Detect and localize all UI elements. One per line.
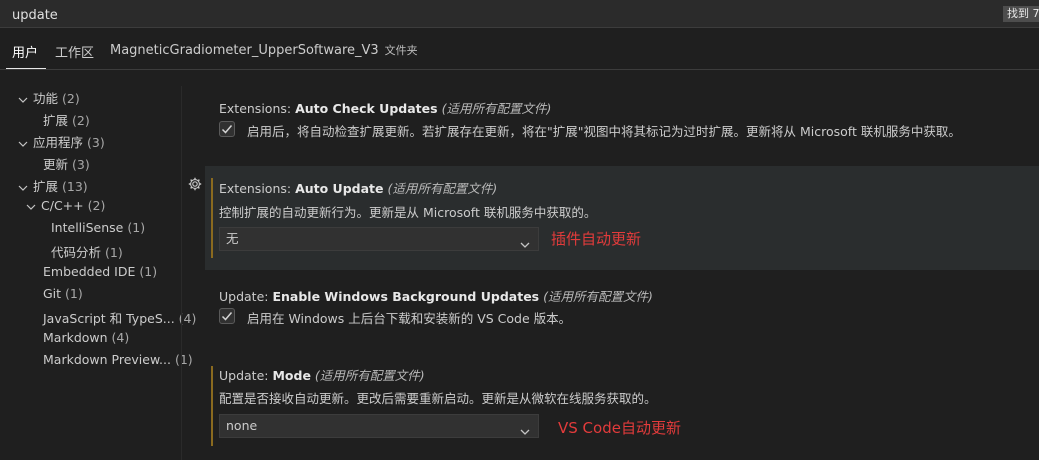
tab-folder[interactable]: MagneticGradiometer_UpperSoftware_V3 文件夹 xyxy=(110,42,418,58)
auto-update-select[interactable]: 无 xyxy=(219,227,539,251)
toc-label: Markdown xyxy=(43,330,108,345)
search-bar: 找到 7 xyxy=(0,0,1039,28)
toc-item-git[interactable]: Git (1) xyxy=(43,286,83,301)
setting-name: Mode xyxy=(272,368,311,383)
setting-title: Extensions: Auto Check Updates (适用所有配置文件) xyxy=(219,98,551,117)
toc-label: 扩展 xyxy=(33,179,59,194)
toc-count: (1) xyxy=(174,352,193,367)
toc-item-embedded-ide[interactable]: Embedded IDE (1) xyxy=(43,264,157,279)
toc-label: 更新 xyxy=(43,157,69,172)
setting-description: 启用后，将自动检查扩展更新。若扩展存在更新，将在"扩展"视图中将其标记为过时扩展… xyxy=(247,124,961,139)
chevron-down-icon xyxy=(18,139,28,149)
toc-item-markdown-preview[interactable]: Markdown Preview... (1) xyxy=(43,352,193,367)
toc-count: (2) xyxy=(87,198,106,213)
toc-label: JavaScript 和 TypeS... xyxy=(43,311,175,326)
chevron-down-icon xyxy=(520,422,530,444)
setting-name: Auto Check Updates xyxy=(295,101,438,116)
toc-count: (2) xyxy=(72,113,90,128)
tab-user[interactable]: 用户 xyxy=(12,42,38,61)
toc-count: (1) xyxy=(139,264,158,279)
tab-folder-label: MagneticGradiometer_UpperSoftware_V3 xyxy=(110,43,379,58)
checkmark-icon xyxy=(221,125,233,134)
toc-count: (3) xyxy=(87,135,105,150)
toc-label: 应用程序 xyxy=(33,135,84,150)
select-value: none xyxy=(226,418,258,433)
toc-item-intellisense[interactable]: IntelliSense (1) xyxy=(51,220,145,235)
tab-workspace[interactable]: 工作区 xyxy=(55,42,94,61)
modified-indicator xyxy=(211,366,213,446)
modified-indicator xyxy=(211,178,213,258)
toc-label: Markdown Preview... xyxy=(43,352,171,367)
settings-tabs: 用户 工作区 MagneticGradiometer_UpperSoftware… xyxy=(0,28,1039,70)
setting-name: Enable Windows Background Updates xyxy=(272,289,540,304)
setting-description: 配置是否接收自动更新。更改后需要重新启动。更新是从微软在线服务获取的。 xyxy=(219,391,657,406)
toc-count: (4) xyxy=(111,330,130,345)
tab-folder-suffix: 文件夹 xyxy=(384,44,418,57)
results-count-badge: 找到 7 xyxy=(1003,6,1039,22)
chevron-down-icon xyxy=(18,95,28,105)
select-value: 无 xyxy=(226,231,239,246)
toc-label: 功能 xyxy=(33,91,59,106)
update-mode-select[interactable]: none xyxy=(219,414,539,438)
toc-divider xyxy=(181,86,182,460)
annotation-vscode-auto-update: VS Code自动更新 xyxy=(558,419,681,437)
toc-item-cpp[interactable]: C/C++ (2) xyxy=(26,198,105,213)
setting-category: Update: xyxy=(219,368,273,383)
setting-scope: (适用所有配置文件) xyxy=(314,368,425,383)
toc-item-update[interactable]: 更新 (3) xyxy=(43,154,90,173)
setting-name: Auto Update xyxy=(295,181,384,196)
toc-count: (1) xyxy=(105,245,123,260)
setting-title: Extensions: Auto Update (适用所有配置文件) xyxy=(219,178,497,197)
toc-count: (3) xyxy=(72,157,90,172)
toc-label: C/C++ xyxy=(41,198,84,213)
toc-label: Git xyxy=(43,286,62,301)
toc-item-features-extensions[interactable]: 扩展 (2) xyxy=(43,110,90,129)
toc-count: (1) xyxy=(65,286,83,301)
setting-auto-update: Extensions: Auto Update (适用所有配置文件) 控制扩展的自… xyxy=(205,166,1039,270)
settings-search-input[interactable] xyxy=(10,4,994,26)
toc-item-application[interactable]: 应用程序 (3) xyxy=(18,132,105,151)
toc-item-features[interactable]: 功能 (2) xyxy=(18,88,80,107)
toc-item-extensions[interactable]: 扩展 (13) xyxy=(18,176,88,195)
toc-label: 代码分析 xyxy=(51,245,102,260)
windows-background-updates-checkbox[interactable] xyxy=(219,308,235,324)
setting-category: Update: xyxy=(219,289,273,304)
annotation-extension-auto-update: 插件自动更新 xyxy=(551,230,642,248)
toc-label: 扩展 xyxy=(43,113,69,128)
toc-label: Embedded IDE xyxy=(43,264,136,279)
toc-item-javascript-typescript[interactable]: JavaScript 和 TypeS... (4) xyxy=(43,308,196,327)
gear-icon[interactable] xyxy=(188,177,202,191)
toc-item-markdown[interactable]: Markdown (4) xyxy=(43,330,129,345)
toc-count: (13) xyxy=(62,179,88,194)
toc-item-code-analysis[interactable]: 代码分析 (1) xyxy=(51,242,123,261)
toc-count: (1) xyxy=(127,220,146,235)
auto-check-updates-checkbox[interactable] xyxy=(219,121,235,137)
setting-scope: (适用所有配置文件) xyxy=(387,181,498,196)
setting-scope: (适用所有配置文件) xyxy=(543,289,653,304)
chevron-down-icon xyxy=(18,183,28,193)
setting-description: 控制扩展的自动更新行为。更新是从 Microsoft 联机服务中获取的。 xyxy=(219,205,597,220)
chevron-down-icon xyxy=(26,202,36,212)
setting-title: Update: Mode (适用所有配置文件) xyxy=(219,365,425,384)
setting-category: Extensions: xyxy=(219,101,296,116)
setting-category: Extensions: xyxy=(219,181,296,196)
toc-count: (2) xyxy=(62,91,80,106)
setting-title: Update: Enable Windows Background Update… xyxy=(219,286,653,305)
setting-scope: (适用所有配置文件) xyxy=(441,101,552,116)
setting-description: 启用在 Windows 上后台下载和安装新的 VS Code 版本。 xyxy=(247,311,572,326)
chevron-down-icon xyxy=(520,235,530,257)
setting-enable-windows-background-updates: Update: Enable Windows Background Update… xyxy=(205,278,1039,338)
checkmark-icon xyxy=(221,312,233,321)
setting-update-mode: Update: Mode (适用所有配置文件) 配置是否接收自动更新。更改后需要重… xyxy=(205,356,1039,452)
active-tab-indicator xyxy=(6,68,46,69)
toc-label: IntelliSense xyxy=(51,220,124,235)
setting-auto-check-updates: Extensions: Auto Check Updates (适用所有配置文件)… xyxy=(205,90,1039,152)
